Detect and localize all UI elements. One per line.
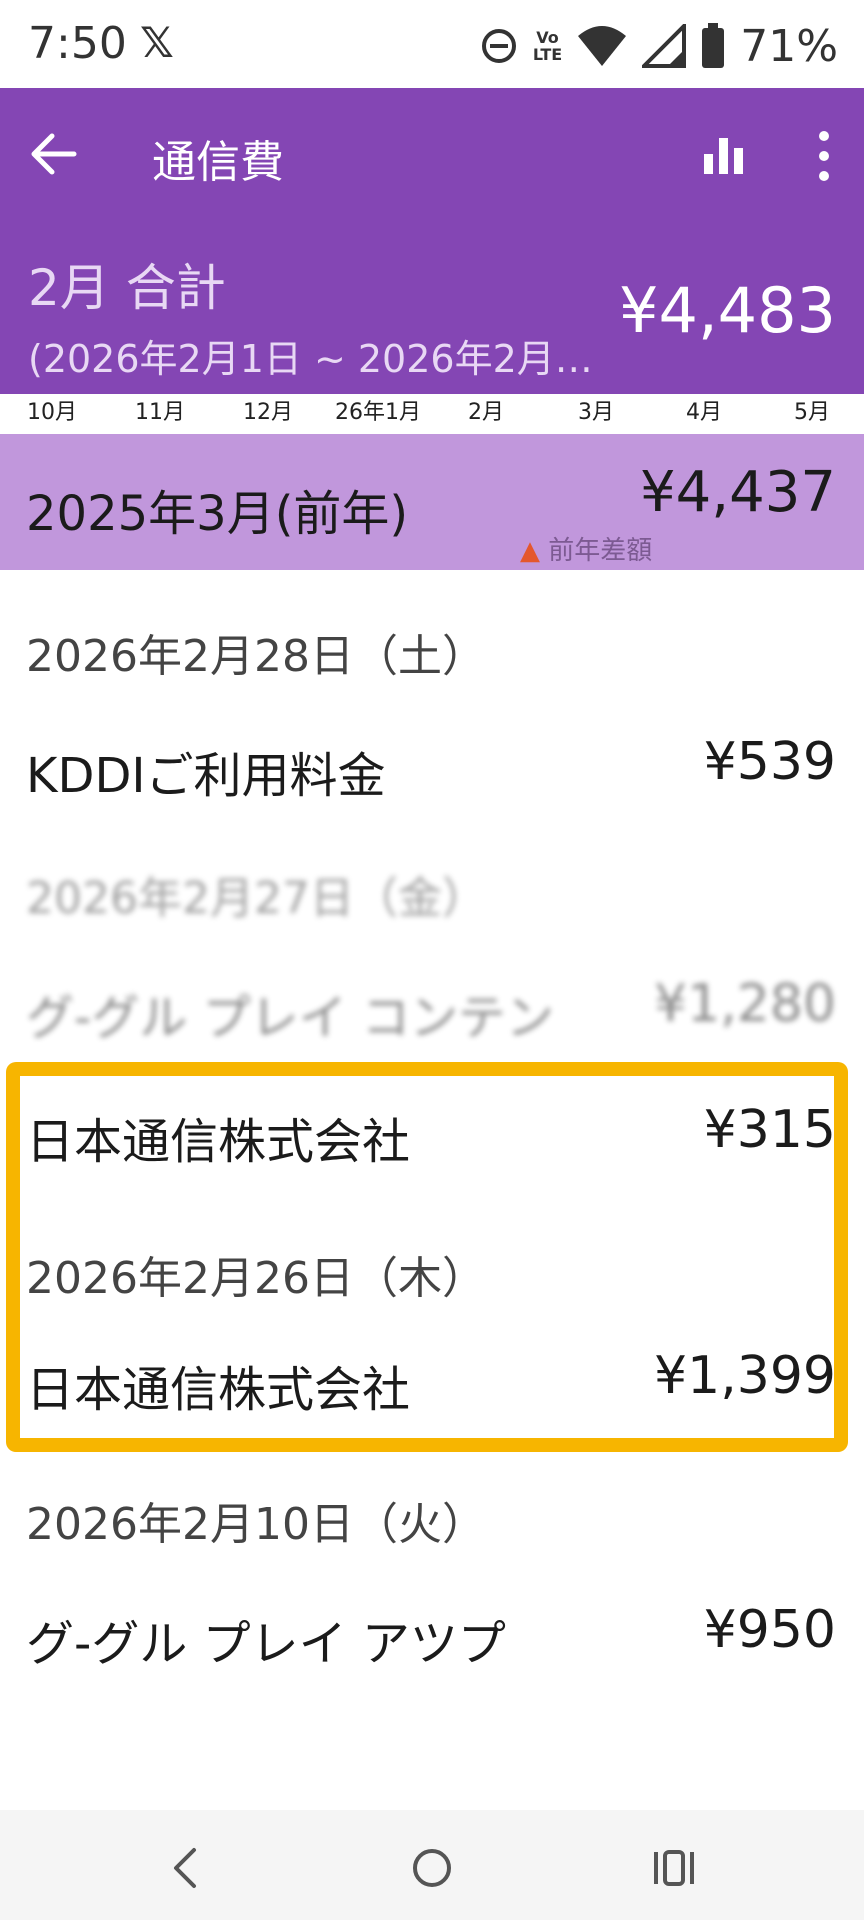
- flame-icon: ▲: [520, 536, 540, 566]
- month-label[interactable]: 3月: [578, 394, 614, 426]
- dnd-icon: [481, 29, 516, 63]
- battery-icon: [702, 23, 725, 68]
- transaction-amount[interactable]: ¥1,399: [654, 1346, 836, 1406]
- system-nav-bar: [0, 1810, 864, 1920]
- battery-percent: 71%: [740, 20, 838, 72]
- transaction-name[interactable]: 日本通信株式会社: [26, 1350, 410, 1420]
- transaction-amount[interactable]: ¥1,280: [654, 974, 836, 1034]
- wifi-icon: [578, 26, 627, 66]
- month-axis[interactable]: 10月 11月 12月 26年1月 2月 3月 4月 5月: [0, 394, 864, 434]
- more-vert-icon[interactable]: [800, 128, 848, 184]
- x-app-icon: 𝕏: [140, 18, 174, 67]
- previous-year-amount: ¥4,437: [640, 460, 836, 525]
- signal-icon: [642, 24, 687, 68]
- previous-year-diff-label: 前年差額: [548, 536, 653, 566]
- status-time: 7:50: [28, 18, 127, 69]
- month-label[interactable]: 2月: [468, 394, 504, 426]
- month-total-label: 2月 合計: [28, 259, 226, 317]
- page-title: 通信費: [152, 137, 284, 188]
- nav-home-icon[interactable]: [402, 1840, 462, 1896]
- date-header: 2026年2月26日（木）: [26, 1253, 486, 1304]
- date-range: (2026年2月1日 ~ 2026年2月2…: [28, 337, 608, 381]
- month-label[interactable]: 5月: [794, 394, 830, 426]
- transaction-name[interactable]: KDDIご利用料金: [26, 736, 386, 806]
- previous-year-label: 2025年3月(前年): [26, 486, 409, 542]
- month-label[interactable]: 10月: [27, 394, 77, 426]
- app-header: 通信費 2月 合計 (2026年2月1日 ~ 2026年2月2… ¥4,483: [0, 88, 864, 394]
- month-label[interactable]: 11月: [135, 394, 185, 426]
- bar-chart-icon[interactable]: [700, 130, 748, 178]
- transaction-name[interactable]: グ-グル プレイ アツプ: [26, 1604, 506, 1674]
- transaction-amount[interactable]: ¥315: [704, 1100, 836, 1160]
- transaction-amount[interactable]: ¥950: [704, 1600, 836, 1660]
- back-arrow-icon[interactable]: [26, 126, 82, 182]
- transaction-amount[interactable]: ¥539: [704, 732, 836, 792]
- month-label[interactable]: 12月: [243, 394, 293, 426]
- transaction-name[interactable]: 日本通信株式会社: [26, 1102, 410, 1172]
- date-header: 2026年2月10日（火）: [26, 1499, 486, 1550]
- total-amount: ¥4,483: [619, 274, 836, 347]
- volte-icon: Vo LTE: [532, 28, 563, 64]
- nav-back-icon[interactable]: [156, 1840, 216, 1896]
- date-header: 2026年2月28日（土）: [26, 631, 486, 682]
- previous-year-banner[interactable]: 2025年3月(前年) ¥4,437 ▲ 前年差額: [0, 434, 864, 570]
- transaction-name[interactable]: グ-グル プレイ コンテン: [26, 978, 554, 1048]
- month-label[interactable]: 26年1月: [335, 394, 421, 426]
- previous-year-note: ▲ 前年差額: [520, 530, 652, 567]
- status-icons: Vo LTE 71%: [479, 18, 838, 74]
- status-bar: 7:50 𝕏 Vo LTE 71%: [0, 0, 864, 88]
- nav-recents-icon[interactable]: [644, 1840, 704, 1896]
- date-header: 2026年2月27日（金）: [26, 873, 486, 924]
- month-label[interactable]: 4月: [686, 394, 722, 426]
